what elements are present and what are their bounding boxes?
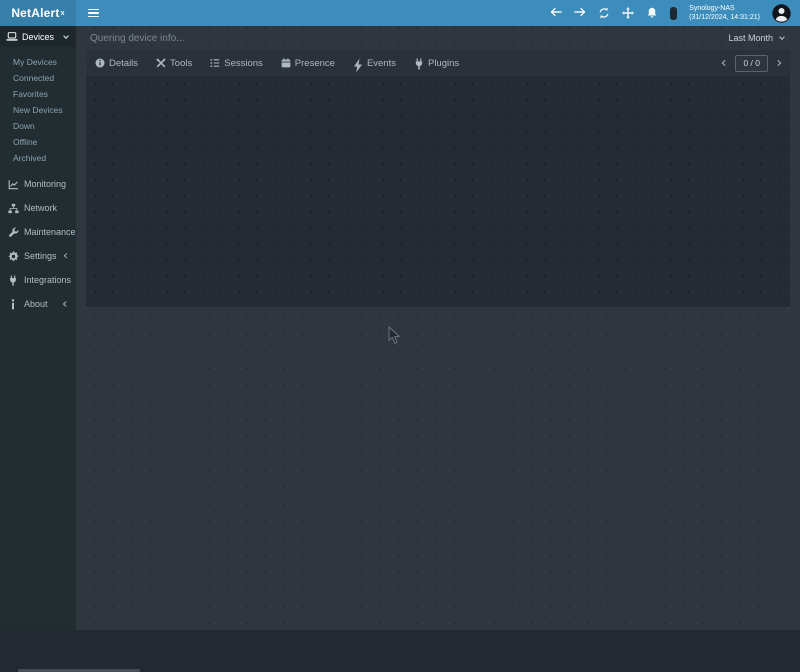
tab-plugins[interactable]: Plugins (405, 50, 468, 76)
notifications-bell-icon[interactable] (646, 7, 658, 19)
sidebar-item-down[interactable]: Down (0, 118, 76, 134)
calendar-icon (281, 58, 291, 68)
current-device-button[interactable]: Synology-NAS (31/12/2024, 14:31:21) (689, 4, 760, 22)
mobile-device-icon[interactable] (670, 7, 677, 20)
period-selector[interactable]: Last Month (728, 33, 786, 43)
refresh-icon[interactable] (598, 7, 610, 19)
sidebar-item-about[interactable]: About (0, 292, 76, 316)
sidebar-settings-label: Settings (24, 251, 57, 261)
device-query-status-text: Quering device info... (90, 33, 185, 44)
tab-bar: Details Tools Sessions Presence (86, 50, 790, 76)
plug-icon (414, 58, 424, 68)
tab-details-label: Details (109, 58, 138, 69)
sidebar-item-my-devices[interactable]: My Devices (0, 54, 76, 70)
page-footer-area (0, 630, 800, 672)
laptop-icon (6, 32, 18, 41)
tab-events-label: Events (367, 58, 396, 69)
tools-icon (156, 58, 166, 68)
app-logo[interactable]: NetAlertx (0, 0, 76, 26)
devices-submenu: My Devices Connected Favorites New Devic… (0, 47, 76, 172)
sidebar-devices-label: Devices (22, 32, 54, 42)
sidebar-about-label: About (24, 299, 48, 309)
device-timestamp: (31/12/2024, 14:31:21) (689, 13, 760, 22)
sidebar-item-devices[interactable]: Devices (0, 26, 76, 47)
device-name: Synology-NAS (689, 4, 760, 13)
pager-count: 0 / 0 (735, 55, 768, 72)
app-logo-superscript: x (61, 10, 65, 17)
maximize-arrows-icon[interactable] (622, 7, 634, 19)
user-avatar[interactable] (772, 4, 791, 23)
device-tabs-panel: Details Tools Sessions Presence (86, 50, 790, 307)
tab-presence[interactable]: Presence (272, 50, 344, 76)
tab-tools[interactable]: Tools (147, 50, 201, 76)
tab-events[interactable]: Events (344, 50, 405, 76)
sidebar-monitoring-label: Monitoring (24, 179, 66, 189)
chevron-left-icon (62, 252, 69, 259)
pager-previous-icon[interactable] (720, 59, 728, 67)
content-area: Quering device info... Last Month Detail… (76, 26, 800, 630)
sidebar: Devices My Devices Connected Favorites N… (0, 26, 76, 630)
list-ol-icon (210, 58, 220, 68)
tab-plugins-label: Plugins (428, 58, 459, 69)
nav-forward-icon[interactable] (574, 7, 586, 19)
wrench-icon (7, 227, 19, 238)
tab-presence-label: Presence (295, 58, 335, 69)
sidebar-maintenance-label: Maintenance (24, 227, 76, 237)
device-pager: 0 / 0 (720, 55, 790, 72)
sidebar-item-monitoring[interactable]: Monitoring (0, 172, 76, 196)
chevron-left-icon (61, 300, 69, 308)
info-circle-icon (95, 58, 105, 68)
sidebar-item-network[interactable]: Network (0, 196, 76, 220)
tab-details[interactable]: Details (86, 50, 147, 76)
top-navbar: NetAlertx Synology-NAS (31/12/2024, 14:3… (0, 0, 800, 26)
nav-back-icon[interactable] (550, 7, 562, 19)
chevron-down-icon (62, 33, 70, 41)
app-logo-text: NetAlert (11, 6, 59, 20)
tab-sessions-label: Sessions (224, 58, 263, 69)
sidebar-item-settings[interactable]: Settings (0, 244, 76, 268)
plug-icon (7, 275, 19, 286)
chevron-down-icon (778, 34, 786, 42)
navbar-controls: Synology-NAS (31/12/2024, 14:31:21) (550, 0, 800, 26)
pager-next-icon[interactable] (775, 59, 783, 67)
sidebar-integrations-label: Integrations (24, 275, 71, 285)
gear-icon (7, 251, 19, 262)
sidebar-network-label: Network (24, 203, 57, 213)
content-header: Quering device info... Last Month (76, 26, 800, 50)
tab-tools-label: Tools (170, 58, 192, 69)
info-icon (7, 299, 19, 310)
sidebar-item-archived[interactable]: Archived (0, 150, 76, 166)
sidebar-item-new-devices[interactable]: New Devices (0, 102, 76, 118)
chart-line-icon (7, 179, 19, 190)
tab-content-panel (86, 76, 790, 307)
sidebar-item-favorites[interactable]: Favorites (0, 86, 76, 102)
sidebar-item-offline[interactable]: Offline (0, 134, 76, 150)
tab-sessions[interactable]: Sessions (201, 50, 272, 76)
sidebar-toggle-button[interactable] (76, 0, 111, 26)
sidebar-item-integrations[interactable]: Integrations (0, 268, 76, 292)
sidebar-item-connected[interactable]: Connected (0, 70, 76, 86)
period-selector-value: Last Month (728, 33, 773, 43)
bolt-icon (353, 58, 363, 68)
sitemap-icon (7, 203, 19, 214)
sidebar-item-maintenance[interactable]: Maintenance (0, 220, 76, 244)
